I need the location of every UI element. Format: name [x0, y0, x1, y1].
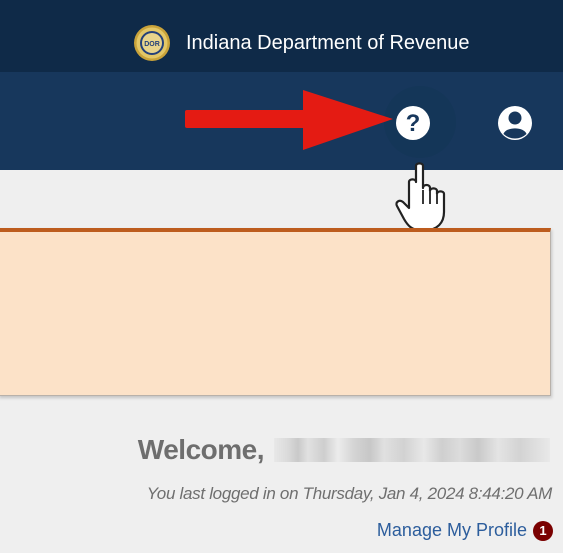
help-button[interactable]: ?: [393, 103, 433, 143]
user-circle-icon: [498, 106, 532, 140]
seal-text: DOR: [144, 41, 160, 48]
hand-pointer-icon: [395, 162, 446, 232]
welcome-line: Welcome,: [138, 432, 550, 468]
last-login-text: You last logged in on Thursday, Jan 4, 2…: [146, 484, 553, 503]
notification-badge: 1: [533, 520, 553, 541]
dor-seal-icon: DOR: [134, 25, 170, 61]
agency-name: Indiana Department of Revenue: [186, 32, 470, 54]
account-button[interactable]: [495, 103, 535, 143]
red-arrow-pointer: [185, 90, 393, 150]
top-header-bar: DOR Indiana Department of Revenue: [0, 0, 563, 72]
manage-profile-link[interactable]: Manage My Profile: [377, 520, 527, 541]
profile-row: Manage My Profile 1: [377, 520, 553, 541]
redacted-user-name: [274, 438, 550, 462]
question-circle-icon: ?: [396, 106, 430, 140]
welcome-greeting: Welcome,: [137, 434, 265, 465]
help-glyph: ?: [406, 110, 421, 137]
alert-banner: [0, 228, 551, 396]
